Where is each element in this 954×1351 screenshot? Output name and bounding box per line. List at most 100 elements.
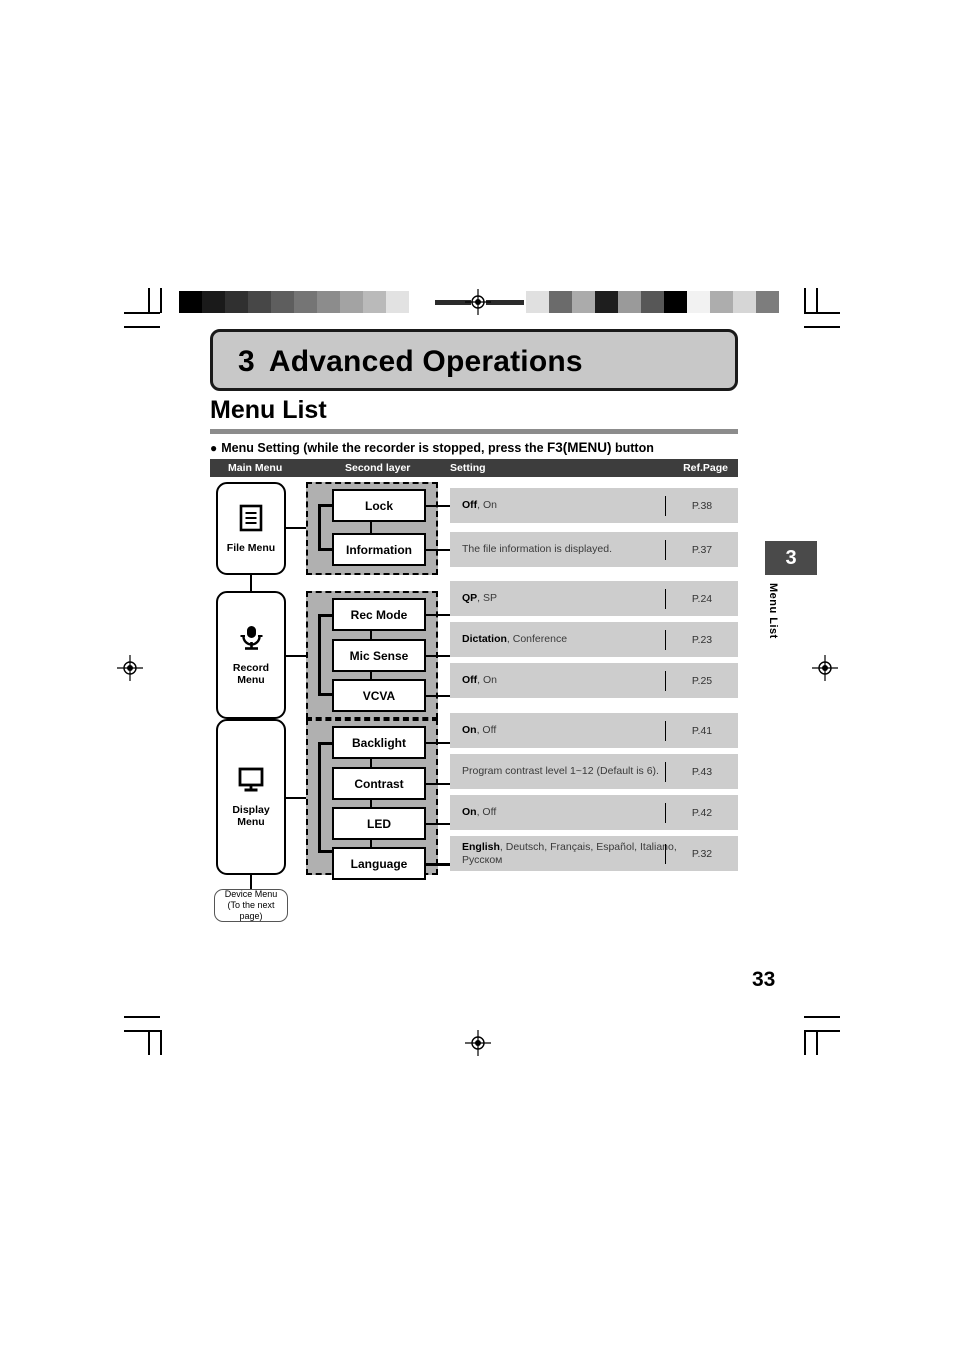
color-swatch (595, 291, 618, 313)
color-swatch (526, 291, 549, 313)
setting-default-backlight: On (462, 724, 477, 737)
connector-record-menu-to-group (286, 655, 306, 657)
setting-options-information: The file information is displayed. (462, 543, 612, 556)
color-calibration-bar-right (526, 291, 779, 313)
main-menu-label-file-menu: File Menu (226, 541, 276, 554)
device-menu-box[interactable]: Device Menu (To the next page) (214, 889, 288, 922)
device-menu-line1: Device Menu (224, 889, 278, 899)
connector-file-menu-to-group (286, 527, 306, 529)
crop-mark-tr-h2 (804, 326, 840, 328)
second-layer-item-backlight[interactable]: Backlight (332, 726, 426, 759)
setting-text-lock: Off, On (462, 499, 497, 512)
crop-mark-br-v2 (816, 1030, 818, 1055)
main-menu-box-display-menu[interactable]: Display Menu (216, 719, 286, 875)
second-layer-label-led: LED (367, 816, 391, 831)
setting-text-mic-sense: Dictation, Conference (462, 633, 567, 646)
ref-page-contrast: P.43 (691, 765, 713, 778)
ref-page-backlight: P.41 (691, 724, 713, 737)
connector-led-to-setting (426, 823, 450, 825)
column-header-second-layer: Second layer (345, 462, 411, 474)
ref-page-mic-sense: P.23 (691, 633, 713, 646)
setting-default-mic-sense: Dictation (462, 633, 507, 646)
setting-options-vcva: , On (477, 674, 498, 687)
spine-file-to-record (250, 575, 252, 591)
main-menu-label-record-menu: Record Menu (232, 662, 270, 686)
setting-text-backlight: On, Off (462, 724, 496, 737)
title-rule (210, 429, 738, 434)
second-layer-item-lock[interactable]: Lock (332, 489, 426, 522)
second-layer-item-information[interactable]: Information (332, 533, 426, 566)
main-menu-box-file-menu[interactable]: File Menu (216, 482, 286, 575)
color-swatch (340, 291, 363, 313)
setting-options-mic-sense: , Conference (506, 633, 568, 646)
crop-mark-br-v (804, 1030, 806, 1055)
connector-display-menu-to-group (286, 797, 306, 799)
crop-mark-tr-v2 (816, 288, 818, 313)
second-layer-item-contrast[interactable]: Contrast (332, 767, 426, 800)
color-swatch (733, 291, 756, 313)
bracket-file-v (318, 504, 321, 550)
color-swatch (618, 291, 641, 313)
color-swatch (271, 291, 294, 313)
color-swatch (317, 291, 340, 313)
crop-mark-tr-v (804, 288, 806, 313)
color-swatch (363, 291, 386, 313)
color-swatch (549, 291, 572, 313)
connector-lock-to-setting (426, 505, 450, 507)
crop-mark-bl-v2 (160, 1030, 162, 1055)
crop-mark-br-h (804, 1016, 840, 1018)
second-layer-label-language: Language (350, 856, 408, 871)
setting-row-mic-sense: Dictation, Conference P.23 (450, 622, 738, 657)
connector-language-to-setting (426, 863, 450, 866)
crop-mark-tl-h2 (124, 326, 160, 328)
ref-page-vcva: P.25 (691, 674, 713, 687)
chapter-tab-number: 3 (785, 546, 797, 569)
chapter-title: 3 Advanced Operations (238, 345, 583, 379)
note-text-before: Menu Setting (while the recorder is stop… (221, 441, 548, 455)
color-swatch (409, 291, 432, 313)
setting-options-led: , Off (476, 806, 497, 819)
setting-text-information: The file information is displayed. (462, 543, 612, 556)
main-menu-box-record-menu[interactable]: Record Menu (216, 591, 286, 719)
color-swatch (179, 291, 202, 313)
color-swatch (710, 291, 733, 313)
setting-row-led: On, Off P.42 (450, 795, 738, 830)
setting-row-information: The file information is displayed. P.37 (450, 532, 738, 567)
bracket-display-v (318, 742, 321, 852)
second-layer-item-led[interactable]: LED (332, 807, 426, 840)
second-layer-item-rec-mode[interactable]: Rec Mode (332, 598, 426, 631)
menu-flow-chart: File Menu Lock Information Off, On P.38 … (210, 477, 738, 922)
color-swatch (225, 291, 248, 313)
color-swatch (756, 291, 779, 313)
second-layer-label-vcva: VCVA (362, 688, 396, 703)
document-icon (239, 504, 263, 537)
table-header-row: Main Menu Second layer Setting Ref.Page (210, 459, 738, 477)
color-swatch (248, 291, 271, 313)
second-layer-item-mic-sense[interactable]: Mic Sense (332, 639, 426, 672)
crop-mark-tl-v (148, 288, 150, 313)
connector-vcva-to-setting (426, 695, 450, 697)
second-layer-label-lock: Lock (364, 498, 393, 513)
microphone-icon (238, 624, 264, 657)
color-swatch (687, 291, 710, 313)
device-menu-line2: (To the next page) (227, 900, 275, 921)
second-layer-label-backlight: Backlight (351, 735, 406, 750)
second-layer-item-language[interactable]: Language (332, 847, 426, 880)
ref-page-led: P.42 (691, 806, 713, 819)
color-swatch (572, 291, 595, 313)
second-layer-label-mic-sense: Mic Sense (349, 648, 409, 663)
ref-page-information: P.37 (691, 543, 713, 556)
menu-setting-note: ● Menu Setting (while the recorder is sto… (210, 440, 654, 455)
second-layer-label-information: Information (346, 542, 412, 557)
chapter-tab-label: Menu List (767, 583, 779, 639)
setting-default-language: English (462, 841, 500, 853)
second-layer-item-vcva[interactable]: VCVA (332, 679, 426, 712)
setting-row-contrast: Program contrast level 1~12 (Default is … (450, 754, 738, 789)
ref-page-rec-mode: P.24 (691, 592, 713, 605)
crop-mark-bl-h (124, 1016, 160, 1018)
color-swatch (664, 291, 687, 313)
setting-row-rec-mode: QP, SP P.24 (450, 581, 738, 616)
ref-page-lock: P.38 (691, 499, 713, 512)
monitor-icon (237, 766, 265, 799)
connector-rec-mode-to-setting (426, 614, 450, 616)
